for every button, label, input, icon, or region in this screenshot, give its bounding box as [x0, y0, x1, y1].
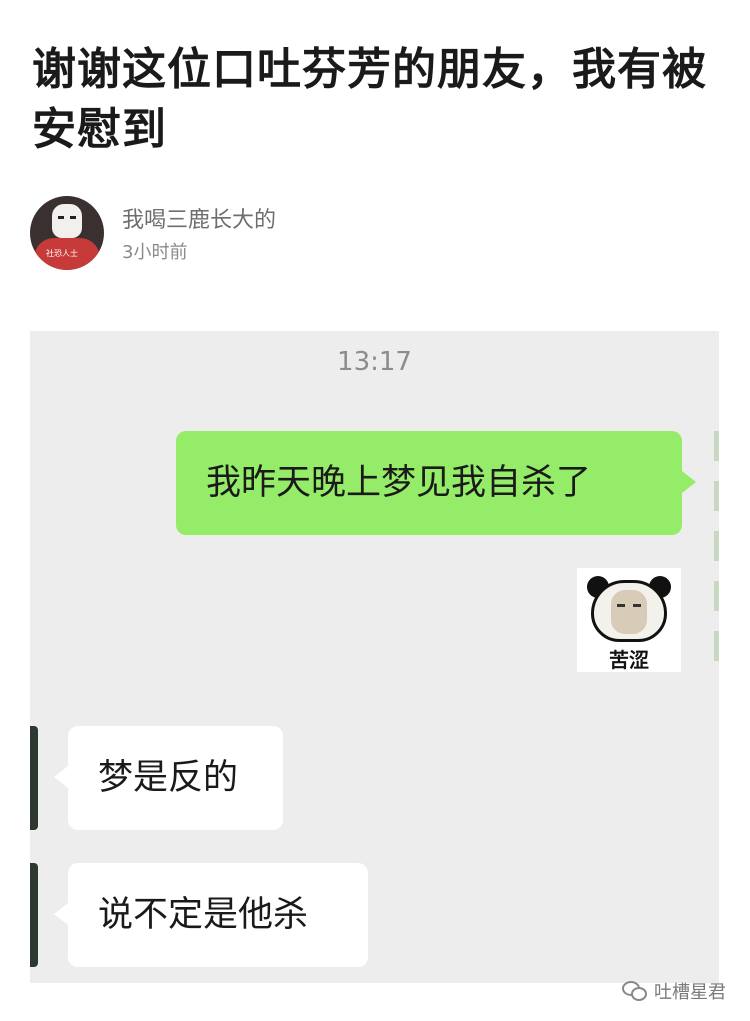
author-row[interactable]: 社恐人士 我喝三鹿长大的 3小时前 [30, 196, 530, 272]
watermark-text: 吐槽星君 [654, 982, 726, 1003]
avatar-face [52, 204, 82, 238]
sender-avatar-edge [714, 431, 719, 671]
author-name[interactable]: 我喝三鹿长大的 [122, 202, 276, 234]
panda-face-icon [611, 590, 647, 634]
incoming-message: 梦是反的 [54, 726, 283, 830]
receiver-avatar-edge [30, 726, 38, 830]
incoming-message: 说不定是他杀 [54, 863, 368, 967]
chat-timestamp: 13:17 [337, 347, 412, 377]
post-time: 3小时前 [122, 242, 188, 263]
receiver-avatar-edge [30, 863, 38, 967]
panda-sticker: 苦涩 [577, 568, 681, 672]
post-title: 谢谢这位口吐芬芳的朋友，我有被安慰到 [32, 44, 707, 155]
watermark: 吐槽星君 [622, 978, 726, 1004]
avatar-tag: 社恐人士 [46, 249, 78, 258]
wechat-icon [622, 981, 648, 1001]
sticker-caption: 苦涩 [609, 648, 649, 672]
outgoing-message: 我昨天晚上梦见我自杀了 [176, 431, 696, 535]
chat-screenshot: 13:17 我昨天晚上梦见我自杀了 苦涩 梦是反的 说不定是他杀 [30, 331, 719, 983]
author-avatar[interactable]: 社恐人士 [30, 196, 104, 270]
